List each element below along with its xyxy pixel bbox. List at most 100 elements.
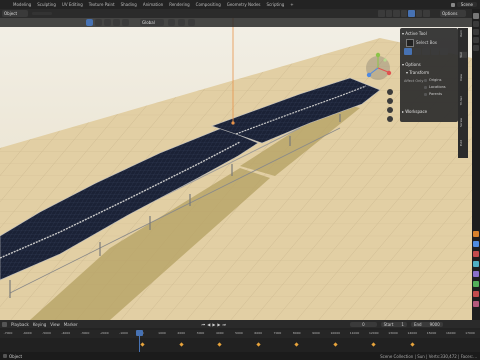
prev-key-icon[interactable]: ◀ bbox=[207, 322, 210, 327]
playhead-label[interactable] bbox=[136, 330, 143, 336]
npanel-tab-tool[interactable]: Tool bbox=[459, 52, 467, 58]
tool-icon-1[interactable] bbox=[86, 19, 93, 26]
timeline-keyframe-track[interactable] bbox=[0, 338, 480, 352]
viewport-shading-icon[interactable] bbox=[378, 10, 385, 17]
scene-name[interactable]: Scene bbox=[456, 2, 477, 7]
keyframe-diamond[interactable] bbox=[333, 342, 338, 347]
timeline-tick-label: -3000 bbox=[80, 331, 90, 335]
particles-icon[interactable] bbox=[473, 251, 479, 257]
material-preview-icon[interactable] bbox=[415, 10, 423, 17]
tool-icon-4[interactable] bbox=[113, 19, 120, 26]
options-header[interactable]: ▾ Options bbox=[402, 61, 456, 68]
npanel-tab-5[interactable]: Screw bbox=[459, 118, 467, 127]
select-invert-icon[interactable] bbox=[431, 48, 439, 55]
scene-selector[interactable]: Scene bbox=[450, 2, 480, 7]
timeline-editor-icon[interactable] bbox=[2, 321, 7, 327]
keyframe-diamond[interactable] bbox=[410, 342, 415, 347]
playback-controls[interactable]: ⏮ ◀ ▶ ▶ ⏭ bbox=[202, 322, 226, 327]
material-props-icon[interactable] bbox=[473, 291, 479, 297]
shading-buttons[interactable] bbox=[378, 10, 431, 17]
render-props-icon[interactable] bbox=[473, 21, 479, 27]
tab-compositing[interactable]: Compositing bbox=[193, 2, 224, 7]
select-new-icon[interactable] bbox=[404, 48, 412, 55]
snap-icon[interactable] bbox=[178, 19, 185, 26]
pivot-icon[interactable] bbox=[168, 19, 175, 26]
keyframe-diamond[interactable] bbox=[179, 342, 184, 347]
origins-checkbox[interactable]: Origins bbox=[424, 78, 441, 82]
timeline-menu-view[interactable]: View bbox=[50, 322, 60, 327]
scene-icon bbox=[450, 2, 455, 7]
play-icon[interactable]: ▶ bbox=[212, 322, 215, 327]
current-frame-field[interactable]: 0 bbox=[350, 321, 377, 327]
checkbox-box[interactable] bbox=[424, 78, 427, 82]
select-intersect-icon[interactable] bbox=[440, 48, 448, 55]
timeline-ruler[interactable]: -7000-6000-5000-4000-3000-2000-100001000… bbox=[0, 330, 480, 338]
add-workspace-button[interactable]: + bbox=[287, 2, 296, 7]
tab-texture-paint[interactable]: Texture Paint bbox=[86, 2, 118, 7]
tab-geometry-nodes[interactable]: Geometry Nodes bbox=[224, 2, 264, 7]
tab-rendering[interactable]: Rendering bbox=[166, 2, 192, 7]
keyframe-diamond[interactable] bbox=[217, 342, 222, 347]
npanel-tab-6[interactable]: Edit bbox=[459, 140, 467, 146]
select-subtract-icon[interactable] bbox=[422, 48, 430, 55]
orientation-selector[interactable]: Global bbox=[140, 19, 164, 26]
object-origin-dot bbox=[231, 121, 235, 125]
npanel-tab-item[interactable]: Item bbox=[459, 30, 467, 37]
parents-checkbox[interactable]: Parents bbox=[424, 92, 442, 96]
checkbox-box[interactable] bbox=[424, 85, 427, 89]
wireframe-icon[interactable] bbox=[400, 10, 408, 17]
locations-checkbox[interactable]: Locations bbox=[424, 85, 446, 89]
proportional-icon[interactable] bbox=[188, 19, 195, 26]
jump-start-icon[interactable]: ⏮ bbox=[202, 322, 206, 327]
next-key-icon[interactable]: ▶ bbox=[217, 322, 220, 327]
end-field[interactable]: End 9000 bbox=[410, 321, 443, 327]
xray-icon[interactable] bbox=[393, 10, 400, 17]
timeline-menu-marker[interactable]: Marker bbox=[64, 322, 78, 327]
npanel-tab-view[interactable]: View bbox=[459, 74, 467, 81]
checkbox-box[interactable] bbox=[424, 92, 427, 96]
transform-header[interactable]: ▾ Transform bbox=[406, 69, 460, 76]
keyframe-diamond[interactable] bbox=[294, 342, 299, 347]
timeline-tick-label: 6000 bbox=[254, 331, 263, 335]
active-tool-header[interactable]: ▾ Active Tool bbox=[402, 30, 456, 37]
tab-uv-editing[interactable]: UV Editing bbox=[59, 2, 86, 7]
status-left-text: Object bbox=[9, 353, 23, 359]
timeline-tick-label: -7000 bbox=[3, 331, 13, 335]
mode-selector[interactable]: Object bbox=[2, 10, 28, 17]
tool-icon-5[interactable] bbox=[122, 19, 129, 26]
rendered-icon[interactable] bbox=[423, 10, 431, 17]
scene-props-icon[interactable] bbox=[473, 45, 479, 51]
keyframe-diamond[interactable] bbox=[371, 342, 376, 347]
tab-animation[interactable]: Animation bbox=[140, 2, 166, 7]
tool-props-icon[interactable] bbox=[473, 13, 479, 19]
tool-icon-2[interactable] bbox=[95, 19, 102, 26]
physics-icon[interactable] bbox=[473, 261, 479, 267]
keyframe-diamond[interactable] bbox=[140, 342, 145, 347]
view-menu-placeholder bbox=[32, 12, 52, 15]
solid-shading-icon[interactable] bbox=[408, 10, 415, 17]
tab-modeling[interactable]: Modeling bbox=[10, 2, 34, 7]
timeline-menu-playback[interactable]: Playback bbox=[11, 322, 29, 327]
npanel-tab-4[interactable]: Tri-Ver bbox=[459, 96, 467, 105]
view-layer-icon[interactable] bbox=[473, 37, 479, 43]
jump-end-icon[interactable]: ⏭ bbox=[222, 322, 226, 327]
options-button[interactable]: Options bbox=[440, 10, 466, 17]
keyframe-diamond[interactable] bbox=[256, 342, 261, 347]
tab-shading[interactable]: Shading bbox=[118, 2, 140, 7]
modifier-props-icon[interactable] bbox=[473, 241, 479, 247]
object-props-icon[interactable] bbox=[473, 231, 479, 237]
select-mode-buttons[interactable] bbox=[404, 48, 448, 55]
select-extend-icon[interactable] bbox=[413, 48, 421, 55]
workspace-header[interactable]: ▸ Workspace bbox=[402, 108, 456, 115]
select-box-row[interactable]: Select Box bbox=[406, 38, 454, 47]
tab-sculpting[interactable]: Sculpting bbox=[34, 2, 59, 7]
data-props-icon[interactable] bbox=[473, 281, 479, 287]
timeline-menu-keying[interactable]: Keying bbox=[33, 322, 46, 327]
constraints-icon[interactable] bbox=[473, 271, 479, 277]
overlays-icon[interactable] bbox=[385, 10, 393, 17]
texture-props-icon[interactable] bbox=[473, 301, 479, 307]
tool-icon-3[interactable] bbox=[104, 19, 111, 26]
start-field[interactable]: Start 1 bbox=[380, 321, 407, 327]
output-props-icon[interactable] bbox=[473, 29, 479, 35]
tab-scripting[interactable]: Scripting bbox=[264, 2, 288, 7]
